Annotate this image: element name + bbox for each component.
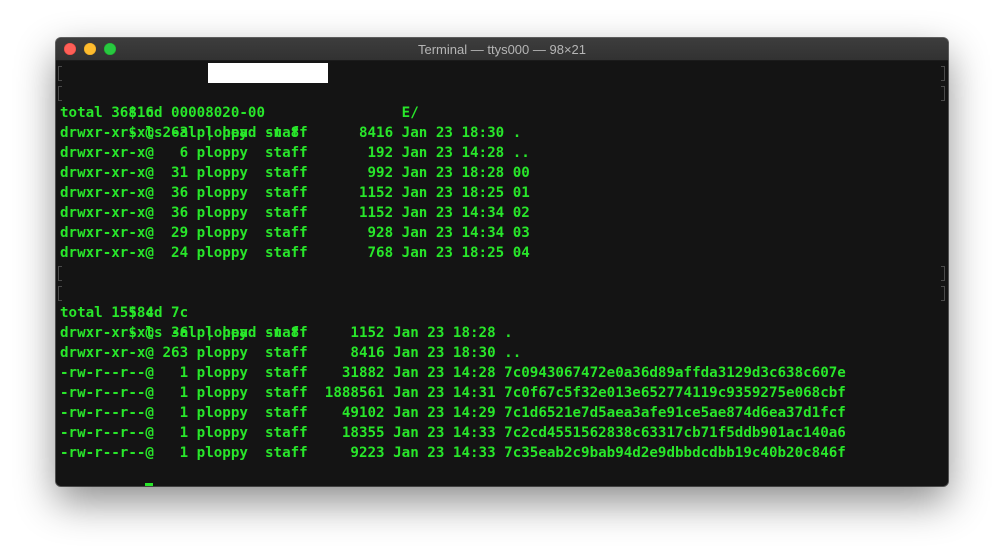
title-bar[interactable]: Terminal — ttys000 — 98×21: [56, 38, 948, 61]
output-line: -rw-r--r--@ 1 ploppy staff 1888561 Jan 2…: [60, 385, 846, 401]
output-line: -rw-r--r--@ 1 ploppy staff 49102 Jan 23 …: [60, 405, 846, 421]
output-line: total 36816: [60, 105, 154, 121]
redaction-box: [208, 63, 328, 83]
window-title: Terminal — ttys000 — 98×21: [418, 42, 586, 57]
command-mark-right-icon: [941, 266, 945, 281]
text-cursor: [145, 483, 154, 486]
terminal-output: $ cd 00008020-00 E/ $ ls -al | head -n 8…: [58, 63, 948, 486]
output-line: -rw-r--r--@ 1 ploppy staff 18355 Jan 23 …: [60, 425, 846, 441]
output-line: drwxr-xr-x@ 36 ploppy staff 1152 Jan 23 …: [60, 205, 530, 221]
command-mark-left-icon: [58, 266, 62, 281]
output-line: total 15584: [60, 305, 154, 321]
output-line: drwxr-xr-x@ 263 ploppy staff 8416 Jan 23…: [60, 345, 522, 361]
output-line: -rw-r--r--@ 1 ploppy staff 31882 Jan 23 …: [60, 365, 846, 381]
prompt-line[interactable]: $: [60, 463, 948, 486]
output-line: -rw-r--r--@ 1 ploppy staff 9223 Jan 23 1…: [60, 445, 846, 461]
command-mark-left-icon: [58, 66, 62, 81]
command-mark-left-icon: [58, 86, 62, 101]
command-mark-right-icon: [941, 286, 945, 301]
prompt-symbol: $: [128, 485, 145, 486]
command-line: $ cd 7c: [58, 263, 948, 321]
command-line: $ ls -al | head -n 8: [58, 283, 948, 341]
command-mark-right-icon: [941, 66, 945, 81]
command-mark-left-icon: [58, 286, 62, 301]
output-line: drwxr-xr-x@ 24 ploppy staff 768 Jan 23 1…: [60, 245, 530, 261]
output-line: drwxr-xr-x@ 29 ploppy staff 928 Jan 23 1…: [60, 225, 530, 241]
terminal-window: Terminal — ttys000 — 98×21 $ cd 00008020…: [56, 38, 948, 486]
output-line: drwxr-xr-x@ 263 ploppy staff 8416 Jan 23…: [60, 125, 522, 141]
command-mark-right-icon: [941, 86, 945, 101]
output-line: drwxr-xr-x@ 36 ploppy staff 1152 Jan 23 …: [60, 325, 513, 341]
output-line: drwxr-xr-x@ 6 ploppy staff 192 Jan 23 14…: [60, 145, 530, 161]
terminal-content[interactable]: $ cd 00008020-00 E/ $ ls -al | head -n 8…: [56, 61, 948, 486]
output-line: drwxr-xr-x@ 36 ploppy staff 1152 Jan 23 …: [60, 185, 530, 201]
command-line: $ cd 00008020-00 E/: [58, 63, 948, 121]
command-line: $ ls -al | head -n 8: [58, 83, 948, 141]
output-line: drwxr-xr-x@ 31 ploppy staff 992 Jan 23 1…: [60, 165, 530, 181]
